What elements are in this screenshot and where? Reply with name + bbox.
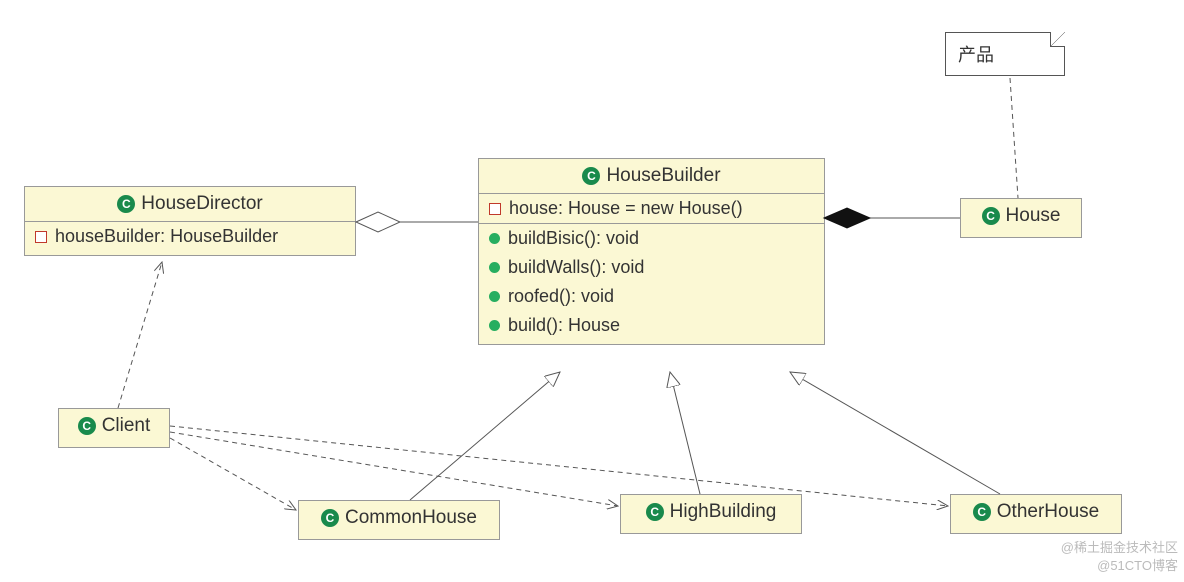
class-icon	[646, 503, 664, 521]
uml-canvas: 产品 HouseDirector houseBuilder: HouseBuil…	[0, 0, 1184, 582]
class-name: CommonHouse	[345, 507, 477, 529]
method-row: build(): House	[479, 311, 824, 340]
class-high-building: HighBuilding	[620, 494, 802, 530]
class-client: Client	[58, 408, 170, 444]
rel-client-other	[170, 426, 948, 506]
method-sig: buildBisic(): void	[508, 228, 639, 249]
rel-other-builder	[790, 372, 1000, 494]
class-house-builder: HouseBuilder house: House = new House() …	[478, 158, 825, 341]
rel-client-high	[170, 432, 618, 506]
method-sig: build(): House	[508, 315, 620, 336]
class-title: HouseDirector	[25, 187, 355, 221]
method-row: roofed(): void	[479, 282, 824, 311]
protected-icon	[489, 203, 501, 215]
class-name: HouseDirector	[141, 193, 262, 215]
class-title: CommonHouse	[299, 501, 499, 535]
class-icon	[78, 417, 96, 435]
field-sig: house: House = new House()	[509, 198, 743, 219]
class-other-house: OtherHouse	[950, 494, 1122, 530]
watermark-bottom: @51CTO博客	[1097, 555, 1178, 574]
protected-icon	[35, 231, 47, 243]
class-name: HighBuilding	[670, 501, 777, 523]
method-row: buildBisic(): void	[479, 224, 824, 253]
class-name: Client	[102, 415, 151, 437]
class-common-house: CommonHouse	[298, 500, 500, 536]
class-title: HouseBuilder	[479, 159, 824, 193]
field-row: houseBuilder: HouseBuilder	[25, 222, 355, 251]
class-name: House	[1006, 205, 1061, 227]
class-icon	[982, 207, 1000, 225]
public-icon	[489, 291, 500, 302]
class-title: OtherHouse	[951, 495, 1121, 529]
class-name: OtherHouse	[997, 501, 1099, 523]
method-row: buildWalls(): void	[479, 253, 824, 282]
field-row: house: House = new House()	[479, 194, 824, 223]
class-icon	[117, 195, 135, 213]
method-sig: roofed(): void	[508, 286, 614, 307]
note-product: 产品	[945, 32, 1065, 76]
class-title: Client	[59, 409, 169, 443]
class-house-director: HouseDirector houseBuilder: HouseBuilder	[24, 186, 356, 252]
public-icon	[489, 320, 500, 331]
public-icon	[489, 233, 500, 244]
rel-high-builder	[670, 372, 700, 494]
class-icon	[321, 509, 339, 527]
composition-diamond-icon	[824, 208, 870, 228]
note-label: 产品	[958, 45, 994, 65]
aggregation-diamond-icon	[356, 212, 400, 232]
rel-client-director	[118, 262, 162, 408]
rel-common-builder	[410, 372, 560, 500]
class-name: HouseBuilder	[606, 165, 720, 187]
class-title: House	[961, 199, 1081, 233]
class-title: HighBuilding	[621, 495, 801, 529]
class-icon	[582, 167, 600, 185]
field-sig: houseBuilder: HouseBuilder	[55, 226, 278, 247]
watermark-top: @稀土掘金技术社区	[1061, 537, 1178, 556]
method-sig: buildWalls(): void	[508, 257, 644, 278]
class-house: House	[960, 198, 1082, 234]
rel-client-common	[170, 438, 296, 510]
public-icon	[489, 262, 500, 273]
class-icon	[973, 503, 991, 521]
rel-note-house	[1010, 78, 1018, 198]
